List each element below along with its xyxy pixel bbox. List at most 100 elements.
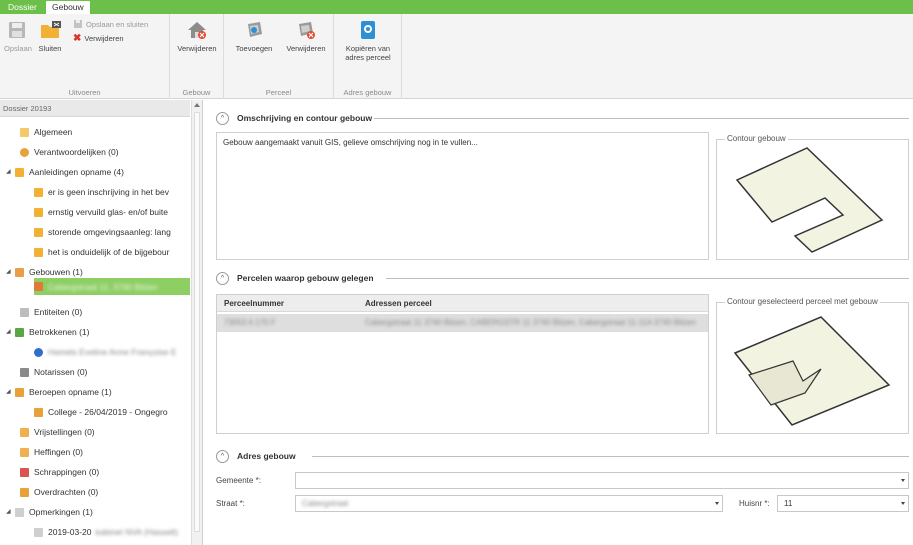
huisnr-select[interactable]: 11 <box>777 495 909 512</box>
tree-scrollbar[interactable] <box>191 100 202 545</box>
column-perceelnummer[interactable]: Perceelnummer <box>224 295 284 312</box>
gemeente-select[interactable] <box>295 472 909 489</box>
notary-icon <box>20 367 29 377</box>
omschrijving-textarea[interactable]: Gebouw aangemaakt vanuit GIS, gelieve om… <box>216 132 709 260</box>
flag-icon <box>15 167 24 177</box>
expander-icon[interactable]: ◢ <box>6 162 15 182</box>
tree-label-blurred: kabinet NVA (Hasselt) <box>95 527 178 537</box>
gebouw-verwijderen-button[interactable]: Verwijderen <box>174 20 220 53</box>
tree-item-overdrachten[interactable]: Overdrachten (0) <box>20 482 190 502</box>
perceel-verwijderen-button[interactable]: Verwijderen <box>282 20 330 53</box>
tree-label: storende omgevingsaanleg: lang <box>48 227 171 237</box>
delete-x-icon: ✖ <box>73 33 82 44</box>
group-title-uitvoeren: Uitvoeren <box>68 88 101 97</box>
tree-item-aanleiding-3[interactable]: storende omgevingsaanleg: lang <box>34 222 190 242</box>
sluiten-button[interactable]: Sluiten <box>36 20 64 53</box>
tree-label: 2019-03-20 <box>48 527 92 537</box>
person-icon <box>34 347 43 357</box>
tree-label: het is onduidelijk of de bijgebour <box>48 247 170 257</box>
expander-icon[interactable]: ◢ <box>6 322 15 342</box>
tree-item-beroepen-opname[interactable]: ◢ Beroepen opname (1) <box>6 382 190 402</box>
chevron-down-icon[interactable] <box>715 502 719 505</box>
chevron-down-icon[interactable] <box>901 479 905 482</box>
adres-section-header[interactable]: ^ Adres gebouw <box>216 448 296 464</box>
note-icon <box>34 527 43 537</box>
collapse-icon[interactable]: ^ <box>216 449 229 463</box>
contour-gebouw-box: Contour gebouw <box>716 134 909 260</box>
tree-item-aanleiding-1[interactable]: er is geen inschrijving in het bev <box>34 182 190 202</box>
people-icon <box>15 327 24 337</box>
tree-item-betrokkene-1[interactable]: Hamels Eveline Anne Françoise E <box>34 342 190 362</box>
percelen-section-header[interactable]: ^ Percelen waarop gebouw gelegen <box>216 270 374 286</box>
opslaan-button[interactable]: Opslaan <box>4 20 32 53</box>
omschrijving-section-header[interactable]: ^ Omschrijving en contour gebouw <box>216 110 372 126</box>
flag-icon <box>34 227 43 237</box>
tree-item-aanleidingen[interactable]: ◢ Aanleidingen opname (4) <box>6 162 190 182</box>
opslaan-label: Opslaan <box>4 44 32 53</box>
flag-icon <box>34 247 43 257</box>
expander-icon[interactable]: ◢ <box>6 502 15 522</box>
chevron-down-icon[interactable] <box>901 502 905 505</box>
omschrijving-text: Gebouw aangemaakt vanuit GIS, gelieve om… <box>223 138 478 147</box>
perceel-toevoegen-button[interactable]: Toevoegen <box>230 20 278 53</box>
scroll-thumb[interactable] <box>194 112 200 532</box>
kopieren-label-2: adres perceel <box>345 53 391 62</box>
gavel-icon <box>34 407 43 417</box>
verwijderen-label: Verwijderen <box>84 34 124 43</box>
tree-label: Entiteiten (0) <box>34 307 83 317</box>
ribbon-group-gebouw: Verwijderen Gebouw <box>170 14 224 99</box>
section-divider <box>312 456 909 457</box>
house-delete-icon <box>187 20 207 40</box>
tree-item-opmerking-1[interactable]: 2019-03-20 kabinet NVA (Hasselt) <box>34 522 190 542</box>
scroll-up-icon[interactable] <box>194 103 200 107</box>
group-title-perceel: Perceel <box>265 88 292 97</box>
tree-item-verantwoordelijken[interactable]: Verantwoordelijken (0) <box>20 142 190 162</box>
tree-item-aanleiding-4[interactable]: het is onduidelijk of de bijgebour <box>34 242 190 262</box>
verwijderen-dossier-button[interactable]: ✖ Verwijderen <box>73 33 124 44</box>
perceel-toevoegen-label: Toevoegen <box>235 44 273 53</box>
percelen-title: Percelen waarop gebouw gelegen <box>237 273 374 283</box>
expander-icon[interactable]: ◢ <box>6 262 15 282</box>
tree-label: er is geen inschrijving in het bev <box>48 187 169 197</box>
parcel-add-icon <box>244 20 264 40</box>
group-title-gebouw: Gebouw <box>182 88 211 97</box>
ribbon-group-uitvoeren: Opslaan Sluiten Opslaan en sluiten ✖ Ver… <box>0 14 170 99</box>
tree-item-opmerkingen[interactable]: ◢ Opmerkingen (1) <box>6 502 190 522</box>
tree-item-algemeen[interactable]: Algemeen <box>20 122 190 142</box>
column-adressen-perceel[interactable]: Adressen perceel <box>365 295 432 312</box>
tree-item-aanleiding-2[interactable]: ernstig vervuild glas- en/of buite <box>34 202 190 222</box>
flag-icon <box>34 207 43 217</box>
tree-item-gebouw-selected[interactable]: Cabergstraat 11, 3740 Bilzen <box>34 278 190 295</box>
expander-icon[interactable]: ◢ <box>6 382 15 402</box>
tree-item-schrappingen[interactable]: Schrappingen (0) <box>20 462 190 482</box>
tree-item-heffingen[interactable]: Heffingen (0) <box>20 442 190 462</box>
person-icon <box>20 147 29 157</box>
cell-perceelnummer: 73053 A 170 F <box>224 318 276 327</box>
collapse-icon[interactable]: ^ <box>216 111 229 125</box>
contour-perceel-legend: Contour geselecteerd perceel met gebouw <box>725 297 880 306</box>
percelen-table-header: Perceelnummer Adressen perceel <box>217 295 708 312</box>
tree-label: Beroepen opname (1) <box>29 387 112 397</box>
section-divider <box>374 118 909 119</box>
ribbon: Opslaan Sluiten Opslaan en sluiten ✖ Ver… <box>0 14 913 99</box>
parcel-delete-icon <box>296 20 316 40</box>
tab-dossier[interactable]: Dossier <box>2 1 43 14</box>
tree-item-beroep-1[interactable]: College - 26/04/2019 - Ongegro <box>34 402 190 422</box>
table-row[interactable]: 73053 A 170 F Cabergstraat 11 3740 Bilze… <box>217 314 708 332</box>
perceel-verwijderen-label: Verwijderen <box>286 44 326 53</box>
tree-item-entiteiten[interactable]: Entiteiten (0) <box>20 302 190 322</box>
collapse-icon[interactable]: ^ <box>216 271 229 285</box>
tree-label: Algemeen <box>34 127 73 137</box>
parcel-contour-shape <box>733 316 891 426</box>
tree-label: Vrijstellingen (0) <box>34 427 95 437</box>
kopieren-adres-perceel-button[interactable]: Kopiëren van adres perceel <box>338 20 398 62</box>
tree-item-vrijstellingen[interactable]: Vrijstellingen (0) <box>20 422 190 442</box>
tree-item-betrokkenen[interactable]: ◢ Betrokkenen (1) <box>6 322 190 342</box>
tab-gebouw[interactable]: Gebouw <box>46 1 90 14</box>
opslaan-en-sluiten-button[interactable]: Opslaan en sluiten <box>73 19 148 29</box>
tree-label: Notarissen (0) <box>34 367 88 377</box>
strike-icon <box>20 467 29 477</box>
tree-item-notarissen[interactable]: Notarissen (0) <box>20 362 190 382</box>
ribbon-group-adres-gebouw: Kopiëren van adres perceel Adres gebouw <box>334 14 402 99</box>
straat-select[interactable]: Cabergstraat <box>295 495 723 512</box>
